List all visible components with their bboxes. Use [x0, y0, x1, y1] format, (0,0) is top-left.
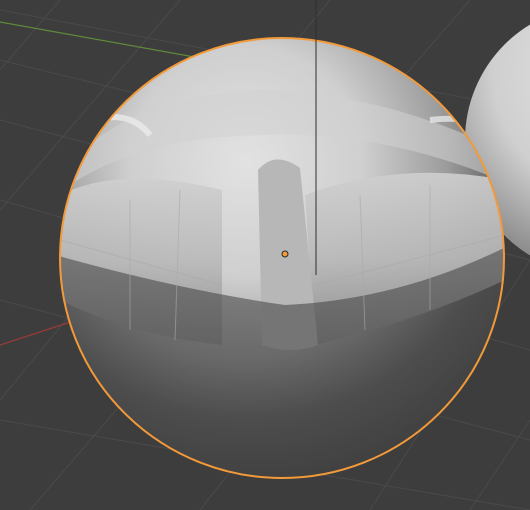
- selected-sphere[interactable]: [55, 37, 510, 480]
- object-origin-dot[interactable]: [281, 250, 289, 258]
- 3d-viewport[interactable]: [0, 0, 530, 510]
- y-axis-line: [0, 21, 201, 59]
- viewport-canvas[interactable]: [0, 0, 530, 510]
